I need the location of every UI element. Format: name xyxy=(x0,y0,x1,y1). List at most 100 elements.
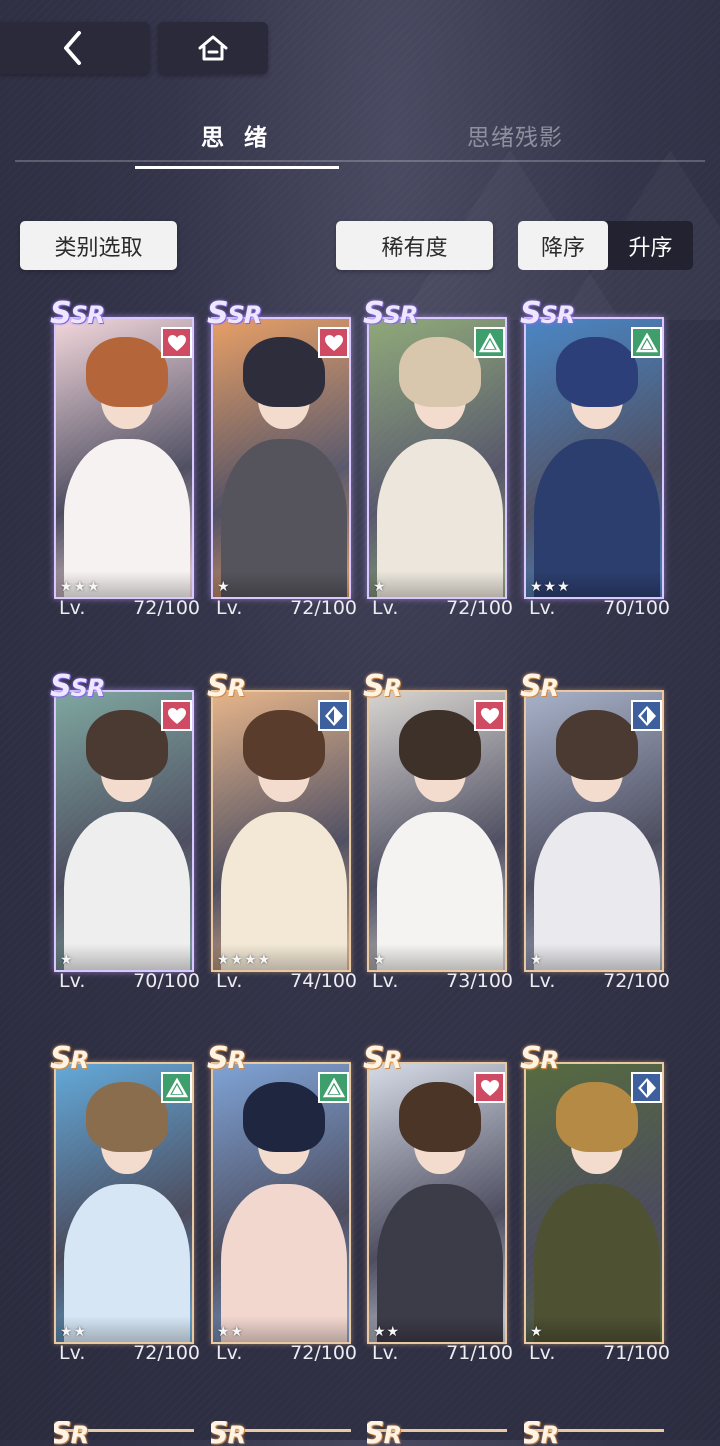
level-value: 72/100 xyxy=(603,970,670,992)
level-label: Lv. xyxy=(216,970,243,992)
rarity-filter-button[interactable]: 稀有度 xyxy=(336,221,493,270)
rarity-label: SR xyxy=(54,1421,89,1446)
triangle-icon xyxy=(161,1072,192,1103)
triangle-icon xyxy=(474,327,505,358)
rarity-label: SR xyxy=(363,669,402,704)
sort-ascending-button[interactable]: 升序 xyxy=(608,221,693,270)
rarity-label: SR xyxy=(50,1041,89,1076)
level-value: 70/100 xyxy=(133,970,200,992)
memory-card[interactable]: ★★★★ SR Lv. 74/100 xyxy=(207,672,357,1000)
rarity-label: SR xyxy=(363,1041,402,1076)
card-bottom-shade xyxy=(56,944,192,970)
tab-thoughts[interactable]: 思 绪 xyxy=(135,118,339,169)
level-value: 72/100 xyxy=(133,597,200,619)
diamond-icon xyxy=(318,700,349,731)
rarity-label: SR xyxy=(520,669,559,704)
heart-icon xyxy=(161,327,192,358)
card-art: ★★ xyxy=(54,1062,194,1344)
star-rating: ★ xyxy=(530,952,544,968)
back-button[interactable] xyxy=(0,22,150,74)
tab-bar: 思 绪 思绪残影 xyxy=(15,118,705,169)
level-value: 74/100 xyxy=(290,970,357,992)
card-art: ★★★ xyxy=(524,317,664,599)
star-rating: ★ xyxy=(530,1324,544,1340)
memory-card[interactable]: ★ SR Lv. 72/100 xyxy=(520,672,670,1000)
level-value: 72/100 xyxy=(446,597,513,619)
triangle-icon xyxy=(631,327,662,358)
level-value: 72/100 xyxy=(290,1342,357,1364)
memory-card-partial[interactable]: SR xyxy=(54,1421,199,1446)
triangle-icon xyxy=(318,1072,349,1103)
star-rating: ★ xyxy=(373,952,387,968)
memory-card[interactable]: ★★ SR Lv. 72/100 xyxy=(207,1044,357,1372)
level-label: Lv. xyxy=(59,597,86,619)
rarity-label: SR xyxy=(520,1041,559,1076)
level-label: Lv. xyxy=(529,597,556,619)
memory-card[interactable]: ★ SSR Lv. 72/100 xyxy=(207,299,357,627)
rarity-label: SSR xyxy=(50,669,105,704)
sort-descending-button[interactable]: 降序 xyxy=(518,221,608,270)
rarity-label: SSR xyxy=(50,296,105,331)
memory-card[interactable]: ★ SSR Lv. 70/100 xyxy=(50,672,200,1000)
sort-descending-label: 降序 xyxy=(540,235,585,261)
character-hair xyxy=(243,710,325,780)
memory-card[interactable]: ★★ SR Lv. 72/100 xyxy=(50,1044,200,1372)
card-art: ★ xyxy=(211,317,351,599)
heart-icon xyxy=(318,327,349,358)
character-hair xyxy=(243,1082,325,1152)
level-label: Lv. xyxy=(59,970,86,992)
card-bottom-shade xyxy=(526,944,662,970)
memory-card[interactable]: ★★★ SSR Lv. 70/100 xyxy=(520,299,670,627)
character-hair xyxy=(556,1082,638,1152)
card-art: ★★ xyxy=(367,1062,507,1344)
level-value: 70/100 xyxy=(603,597,670,619)
memory-card[interactable]: ★ SSR Lv. 72/100 xyxy=(363,299,513,627)
memory-card-partial[interactable]: SR xyxy=(211,1421,356,1446)
memory-card[interactable]: ★ SR Lv. 73/100 xyxy=(363,672,513,1000)
memory-card[interactable]: ★★ SR Lv. 71/100 xyxy=(363,1044,513,1372)
sort-order-toggle: 降序 升序 xyxy=(518,221,693,270)
card-bottom-shade xyxy=(213,571,349,597)
card-art: ★ xyxy=(367,690,507,972)
card-art: ★ xyxy=(524,690,664,972)
rarity-label: SSR xyxy=(363,296,418,331)
category-filter-button[interactable]: 类别选取 xyxy=(20,221,177,270)
tab-thought-shadows-label: 思绪残影 xyxy=(467,125,563,151)
star-rating: ★★★★ xyxy=(217,952,272,968)
memory-card[interactable]: ★ SR Lv. 71/100 xyxy=(520,1044,670,1372)
card-art: ★★★ xyxy=(54,317,194,599)
rarity-label: SR xyxy=(207,1041,246,1076)
heart-icon xyxy=(474,700,505,731)
star-rating: ★ xyxy=(217,579,231,595)
tab-thoughts-label: 思 绪 xyxy=(200,125,273,151)
level-label: Lv. xyxy=(216,597,243,619)
rarity-label: SR xyxy=(211,1421,246,1446)
star-rating: ★★★ xyxy=(60,579,101,595)
card-bottom-shade xyxy=(526,1316,662,1342)
heart-icon xyxy=(474,1072,505,1103)
level-value: 73/100 xyxy=(446,970,513,992)
sort-ascending-label: 升序 xyxy=(628,235,673,261)
back-arrow-icon xyxy=(64,31,81,65)
level-label: Lv. xyxy=(216,1342,243,1364)
card-art: ★★★★ xyxy=(211,690,351,972)
home-button[interactable] xyxy=(158,22,268,74)
level-label: Lv. xyxy=(529,970,556,992)
memory-card-partial[interactable]: SR xyxy=(367,1421,512,1446)
level-label: Lv. xyxy=(372,597,399,619)
rarity-filter-label: 稀有度 xyxy=(381,235,448,261)
star-rating: ★★ xyxy=(217,1324,245,1340)
rarity-label: SSR xyxy=(207,296,262,331)
character-hair xyxy=(86,710,168,780)
card-art: ★ xyxy=(524,1062,664,1344)
star-rating: ★★★ xyxy=(530,579,571,595)
memory-card-partial[interactable]: SR xyxy=(524,1421,669,1446)
heart-icon xyxy=(161,700,192,731)
card-bottom-shade xyxy=(369,571,505,597)
level-value: 71/100 xyxy=(603,1342,670,1364)
level-label: Lv. xyxy=(372,970,399,992)
character-hair xyxy=(399,1082,481,1152)
tab-thought-shadows[interactable]: 思绪残影 xyxy=(440,118,590,152)
star-rating: ★★ xyxy=(60,1324,88,1340)
memory-card[interactable]: ★★★ SSR Lv. 72/100 xyxy=(50,299,200,627)
